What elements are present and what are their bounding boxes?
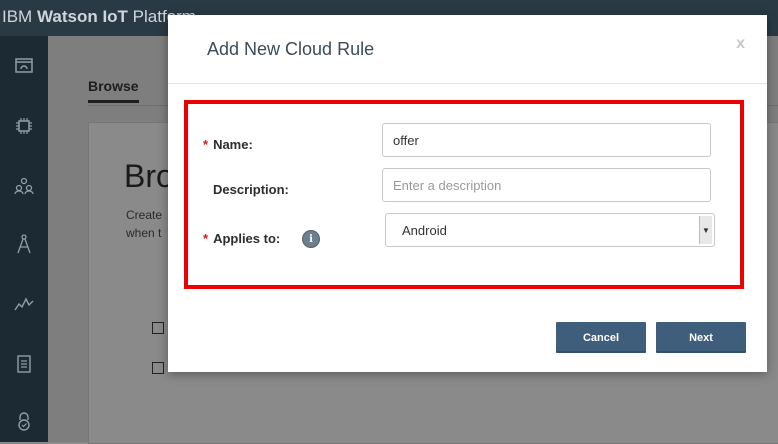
name-field[interactable] (382, 123, 711, 157)
lock-icon[interactable] (0, 402, 48, 442)
dashboard-icon[interactable] (0, 46, 48, 86)
members-icon[interactable] (0, 166, 48, 206)
background-heading: Bro (124, 158, 168, 194)
background-checkbox[interactable] (152, 362, 164, 374)
name-label: * Name: (203, 137, 253, 152)
required-marker: * (203, 137, 209, 152)
name-label-text: Name: (213, 137, 253, 152)
close-button[interactable]: x (736, 35, 745, 53)
description-field[interactable] (382, 168, 711, 202)
chip-icon[interactable] (0, 106, 48, 146)
description-label: Description: (213, 182, 289, 197)
background-description-line: Create (126, 208, 163, 222)
compass-icon[interactable] (0, 224, 48, 264)
info-icon[interactable]: i (302, 230, 320, 248)
tab-browse[interactable]: Browse (88, 78, 139, 103)
dialog-header: Add New Cloud Rule x (168, 15, 767, 84)
background-checkbox[interactable] (152, 322, 164, 334)
document-icon[interactable] (0, 344, 48, 384)
background-description-line: when t (126, 226, 162, 240)
app-title-prefix: IBM (2, 7, 33, 26)
applies-to-label-text: Applies to: (213, 231, 281, 246)
cancel-button[interactable]: Cancel (556, 322, 646, 353)
applies-to-select[interactable]: Android ▼ (385, 213, 715, 247)
applies-to-label: * Applies to: (203, 231, 280, 246)
chevron-down-icon[interactable]: ▼ (699, 216, 712, 244)
add-cloud-rule-dialog: Add New Cloud Rule x * Name: Description:… (168, 15, 767, 372)
background-description: Create when t (126, 206, 168, 242)
required-marker: * (203, 231, 209, 246)
applies-to-selected-value: Android (402, 223, 447, 238)
analytics-icon[interactable] (0, 284, 48, 324)
app-title-brand: Watson IoT (36, 7, 128, 26)
dialog-title: Add New Cloud Rule (207, 39, 375, 59)
sidebar (0, 36, 48, 442)
next-button[interactable]: Next (656, 322, 746, 353)
